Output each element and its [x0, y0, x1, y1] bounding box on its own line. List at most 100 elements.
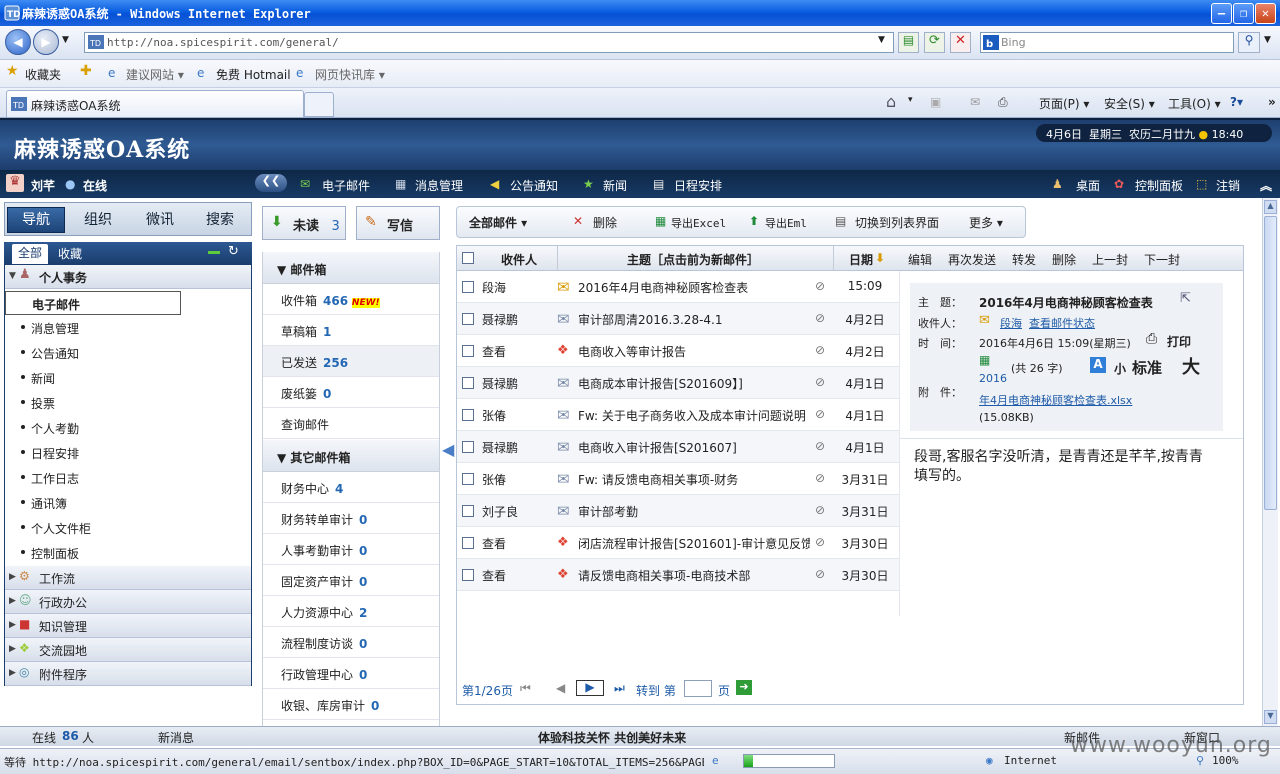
fav-suggest-link[interactable]: 建议网站 ▾: [126, 66, 184, 83]
attachment-link[interactable]: 年4月电商神秘顾客检查表.xlsx: [979, 392, 1132, 408]
select-all-checkbox[interactable]: [462, 252, 474, 264]
nav-logout[interactable]: 注销: [1216, 177, 1240, 194]
group-workflow[interactable]: ▶ ⚙ 工作流: [5, 566, 251, 590]
stop-icon[interactable]: ✕: [950, 32, 971, 53]
row-recipient[interactable]: 刘子良: [482, 503, 518, 520]
row-subject[interactable]: 电商收入等审计报告: [578, 343, 810, 360]
tab-micro-message[interactable]: 微讯: [131, 207, 189, 233]
last-page-icon[interactable]: ⏭: [614, 681, 625, 696]
search-icon[interactable]: ⚲: [1238, 32, 1260, 53]
goto-button[interactable]: ➜: [736, 680, 752, 695]
mail-row[interactable]: 查看 ❖ 请反馈电商相关事项-电商技术部 ⊘ 3月30日: [457, 559, 900, 591]
page-menu[interactable]: 页面(P) ▾: [1039, 95, 1089, 112]
row-checkbox[interactable]: [462, 345, 474, 357]
favorites-button[interactable]: 收藏夹: [25, 66, 61, 83]
left-item-controlpanel[interactable]: 控制面板: [5, 540, 251, 565]
feeds-icon[interactable]: ▣: [930, 95, 941, 109]
collapse-header-icon[interactable]: ︽: [1260, 177, 1272, 194]
row-checkbox[interactable]: [462, 505, 474, 517]
refresh-panel-icon[interactable]: ↻: [228, 244, 239, 259]
mailbox-sent[interactable]: 已发送 256: [263, 346, 439, 377]
minimize-panel-icon[interactable]: [208, 251, 220, 254]
forward-button[interactable]: 转发: [1012, 251, 1036, 268]
row-recipient[interactable]: 聂禄鹏: [482, 439, 518, 456]
mail-row[interactable]: 刘子良 ✉ 审计部考勤 ⊘ 3月31日: [457, 495, 900, 527]
group-personal[interactable]: ▼ ♟ 个人事务: [5, 265, 251, 289]
nav-schedule[interactable]: 日程安排: [674, 177, 722, 194]
row-checkbox[interactable]: [462, 313, 474, 325]
collapse-menu-icon[interactable]: ❮❮: [255, 174, 287, 192]
row-recipient[interactable]: 聂禄鹏: [482, 375, 518, 392]
mailbox-other[interactable]: 固定资产审计 0: [263, 565, 439, 596]
read-mail-icon[interactable]: ✉: [970, 95, 980, 109]
mailbox-other[interactable]: 流程制度访谈 0: [263, 627, 439, 658]
online-count[interactable]: 86: [62, 729, 79, 743]
edit-button[interactable]: 编辑: [908, 251, 932, 268]
row-recipient[interactable]: 张偆: [482, 471, 506, 488]
print-icon[interactable]: ⎙: [998, 95, 1008, 110]
left-item-addressbook[interactable]: 通讯簿: [5, 490, 251, 515]
resend-button[interactable]: 再次发送: [948, 251, 996, 268]
mailbox-inbox[interactable]: 收件箱 466 NEW!: [263, 284, 439, 315]
row-subject[interactable]: 请反馈电商相关事项-电商技术部: [578, 567, 810, 584]
mail-row[interactable]: 段海 ✉ 2016年4月电商神秘顾客检查表 ⊘ 15:09: [457, 271, 900, 303]
group-knowledge[interactable]: ▶ ■ 知识管理: [5, 614, 251, 638]
add-favorite-icon[interactable]: ✚: [80, 63, 92, 79]
mail-row[interactable]: 查看 ❖ 闭店流程审计报告[S201601]-审计意见反馈 ⊘ 3月30日: [457, 527, 900, 559]
new-message-link[interactable]: 新消息: [158, 729, 194, 746]
group-accessories[interactable]: ▶ ◎ 附件程序: [5, 662, 251, 686]
mailbox-drafts[interactable]: 草稿箱 1: [263, 315, 439, 346]
row-subject[interactable]: Fw: 关于电子商务收入及成本审计问题说明: [578, 407, 810, 424]
mailbox-header[interactable]: ▼ 邮件箱: [263, 252, 439, 284]
delete-button[interactable]: 删除: [593, 214, 617, 231]
row-checkbox[interactable]: [462, 537, 474, 549]
left-item-email[interactable]: 电子邮件: [5, 291, 181, 315]
help-icon[interactable]: ?▾: [1230, 95, 1243, 109]
row-checkbox[interactable]: [462, 473, 474, 485]
first-page-icon[interactable]: ⏮: [520, 681, 531, 696]
search-input[interactable]: Bing: [980, 32, 1234, 53]
user-name[interactable]: 刘芊: [31, 177, 55, 194]
mailbox-trash[interactable]: 废纸篓 0: [263, 377, 439, 408]
mailbox-other[interactable]: 收银、库房审计 0: [263, 689, 439, 720]
left-item-schedule[interactable]: 日程安排: [5, 440, 251, 465]
mailbox-other[interactable]: 人力资源中心 2: [263, 596, 439, 627]
next-mail-button[interactable]: 下一封: [1144, 251, 1180, 268]
row-checkbox[interactable]: [462, 441, 474, 453]
row-subject[interactable]: 审计部周清2016.3.28-4.1: [578, 311, 810, 328]
prev-page-icon[interactable]: ◀: [556, 681, 565, 695]
close-button[interactable]: ✕: [1255, 3, 1276, 24]
search-options-icon[interactable]: ▼: [1264, 35, 1271, 45]
row-recipient[interactable]: 查看: [482, 535, 506, 552]
nav-notices[interactable]: 公告通知: [510, 177, 558, 194]
mailbox-other[interactable]: 行政管理中心 0: [263, 658, 439, 689]
row-subject[interactable]: 闭店流程审计报告[S201601]-审计意见反馈: [578, 535, 810, 552]
row-recipient[interactable]: 查看: [482, 343, 506, 360]
left-item-news[interactable]: 新闻: [5, 365, 251, 390]
col-date[interactable]: 日期: [849, 251, 873, 268]
tab-organization[interactable]: 组织: [69, 207, 127, 233]
row-checkbox[interactable]: [462, 569, 474, 581]
subtab-all[interactable]: 全部: [12, 244, 48, 264]
safety-menu[interactable]: 安全(S) ▾: [1104, 95, 1155, 112]
nav-desktop[interactable]: 桌面: [1076, 177, 1100, 194]
fav-hotmail-link[interactable]: 免费 Hotmail: [216, 66, 291, 83]
export-excel-button[interactable]: 导出Excel: [671, 215, 726, 231]
row-subject[interactable]: 电商收入审计报告[S201607]: [578, 439, 810, 456]
row-checkbox[interactable]: [462, 281, 474, 293]
back-button[interactable]: ◀: [5, 29, 31, 55]
mailbox-other[interactable]: 人事考勤审计 0: [263, 534, 439, 565]
row-checkbox[interactable]: [462, 409, 474, 421]
left-item-messages[interactable]: 消息管理: [5, 315, 251, 340]
nav-messages[interactable]: 消息管理: [415, 177, 463, 194]
tools-menu[interactable]: 工具(O) ▾: [1168, 95, 1221, 112]
scroll-down-icon[interactable]: ▼: [1264, 710, 1277, 724]
mailbox-other[interactable]: 财务中心 4: [263, 472, 439, 503]
subtab-favorites[interactable]: 收藏: [58, 245, 82, 262]
unread-button[interactable]: ⬇ 未读 3: [262, 206, 346, 240]
scroll-up-icon[interactable]: ▲: [1264, 200, 1277, 214]
url-input[interactable]: http://noa.spicespirit.com/general/: [84, 32, 894, 53]
attachment-year[interactable]: 2016: [979, 372, 1007, 385]
check-status-link[interactable]: 查看邮件状态: [1029, 315, 1095, 331]
left-item-notices[interactable]: 公告通知: [5, 340, 251, 365]
